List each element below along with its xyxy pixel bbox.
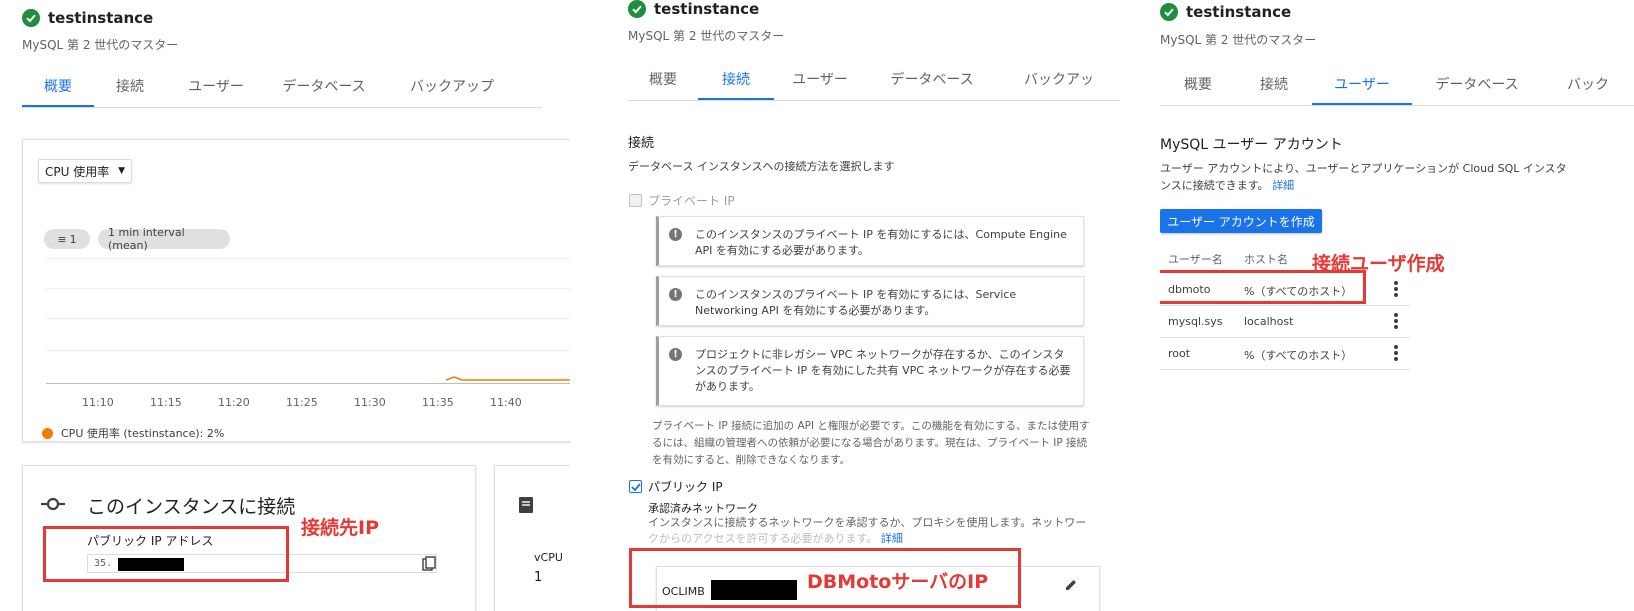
chart-legend: CPU 使用率 (testinstance): 2% [42,425,224,441]
section-description: データベース インスタンスへの接続方法を選択します [628,160,895,173]
section-title: MySQL ユーザー アカウント [1160,137,1343,153]
more-vert-icon[interactable] [1394,313,1398,329]
tab-bar: 概要 接続 ユーザー データベース バック [1160,65,1634,106]
tab-users[interactable]: ユーザー [1312,65,1412,105]
x-tick: 11:35 [422,396,454,409]
user-host: localhost [1244,315,1294,328]
info-icon: ! [669,288,682,301]
tab-backups[interactable]: バックアッ [998,60,1120,100]
info-text: このインスタンスのプライベート IP を有効にするには、Service Netw… [695,288,1017,317]
tab-users[interactable]: ユーザー [774,60,866,100]
info-box: ! このインスタンスのプライベート IP を有効にするには、Service Ne… [656,276,1084,326]
annotation-ip: 接続先IP [301,517,379,539]
x-tick: 11:20 [218,396,250,409]
private-ip-note: プライベート IP 接続に追加の API と権限が必要です。この機能を有効にする… [652,420,1090,466]
x-tick: 11:10 [82,396,114,409]
approved-desc-line2: クからのアクセスを許可する必要があります。 [648,532,878,545]
annotation-user-create: 接続ユーザ作成 [1312,253,1445,275]
legend-label: CPU 使用率 (testinstance): 2% [61,427,225,440]
connect-icon [41,497,65,511]
cpu-series-line [445,376,570,381]
checkmark-icon [631,483,641,492]
cpu-chart [445,376,570,381]
user-name: mysql.sys [1168,315,1223,328]
legend-swatch [42,427,53,439]
approved-networks-desc: インスタンスに接続するネットワークを承認するか、プロキシを使用します。ネットワー [648,516,1087,529]
info-text: このインスタンスのプライベート IP を有効にするには、Compute Engi… [695,228,1067,257]
user-name: root [1168,347,1191,360]
info-icon: ! [669,348,682,361]
info-box: ! このインスタンスのプライベート IP を有効にするには、Compute En… [656,216,1084,266]
tab-bar: 概要 接続 ユーザー データベース バックアッ [628,60,1120,101]
section-description: ユーザー アカウントにより、ユーザーとアプリケーションが Cloud SQL イ… [1160,162,1567,175]
tab-overview[interactable]: 概要 [628,60,698,100]
vcpu-label: vCPU [534,551,563,564]
tab-overview[interactable]: 概要 [1160,65,1236,105]
users-panel: testinstance MySQL 第 2 世代のマスター 概要 接続 ユーザ… [1160,0,1634,611]
private-ip-label: プライベート IP [648,194,735,208]
tab-connections[interactable]: 接続 [698,60,774,100]
connect-title: このインスタンスに接続 [87,496,296,518]
section-desc-line2: ンスに接続できます。 [1160,179,1269,192]
section-description-2: ンスに接続できます。 詳細 [1160,177,1294,194]
overview-panel: testinstance MySQL 第 2 世代のマスター 概要 接続 ユーザ… [0,0,570,611]
column-header-host: ホスト名 [1244,253,1288,266]
instance-name: testinstance [654,0,760,18]
status-check-icon [1160,3,1178,21]
vcpu-value: 1 [534,570,543,585]
edit-pencil-icon[interactable] [1064,578,1078,592]
detail-link[interactable]: 詳細 [881,532,903,545]
x-tick: 11:30 [354,396,386,409]
tab-databases[interactable]: データベース [866,60,998,100]
info-text: プロジェクトに非レガシー VPC ネットワークが存在するか、このインスタンスのプ… [695,348,1071,393]
public-ip-checkbox[interactable] [629,480,642,493]
more-vert-icon[interactable] [1394,281,1398,297]
copy-icon[interactable] [422,556,436,572]
annotation-dbmoto-ip: DBMotoサーバのIP [807,571,989,593]
section-title: 接続 [628,136,655,151]
table-row: mysql.sys localhost [1160,306,1410,338]
instance-subtitle: MySQL 第 2 世代のマスター [1160,33,1317,47]
x-tick: 11:25 [286,396,318,409]
x-tick: 11:40 [490,396,522,409]
tab-backups[interactable]: バック [1542,65,1634,105]
approved-networks-desc-2: クからのアクセスを許可する必要があります。 詳細 [648,530,903,547]
connections-panel: testinstance MySQL 第 2 世代のマスター 概要 接続 ユーザ… [622,0,1120,611]
instance-title: testinstance [628,0,759,18]
instance-title: testinstance [1160,3,1291,21]
x-tick: 11:15 [150,396,182,409]
config-card [494,465,570,611]
summary-icon [519,497,533,513]
private-ip-checkbox[interactable] [629,194,642,207]
status-check-icon [628,0,646,18]
tab-connections[interactable]: 接続 [1236,65,1312,105]
create-user-button[interactable]: ユーザー アカウントを作成 [1160,209,1322,233]
detail-link[interactable]: 詳細 [1272,179,1294,192]
public-ip-label: パブリック IP [648,480,723,494]
more-vert-icon[interactable] [1394,345,1398,361]
highlight-box [43,526,289,582]
column-header-username: ユーザー名 [1168,253,1223,266]
info-box: ! プロジェクトに非レガシー VPC ネットワークが存在するか、このインスタンス… [656,336,1084,406]
user-host: %（すべてのホスト） [1244,349,1353,362]
info-icon: ! [669,228,682,241]
tab-databases[interactable]: データベース [1412,65,1542,105]
table-row: root %（すべてのホスト） [1160,338,1410,370]
instance-subtitle: MySQL 第 2 世代のマスター [628,29,785,43]
instance-name: testinstance [1186,3,1292,21]
